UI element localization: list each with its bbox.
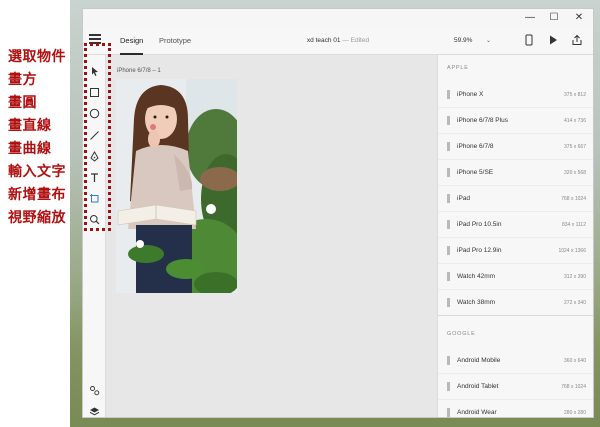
google-heading: GOOGLE	[447, 331, 476, 337]
title-bar: — ☐ ✕	[83, 9, 593, 26]
chevron-down-icon[interactable]: ⌄	[486, 37, 491, 44]
device-name: Watch 42mm	[457, 273, 496, 280]
device-name: iPad	[457, 195, 471, 202]
close-button[interactable]: ✕	[568, 9, 590, 26]
document-separator: —	[342, 37, 349, 44]
document-name: xd teach 01	[306, 37, 341, 44]
minimize-button[interactable]: —	[519, 9, 541, 26]
device-name: Watch 38mm	[457, 299, 496, 306]
device-size: 272 x 340	[564, 300, 586, 306]
artboard-photo	[116, 79, 237, 293]
device-preset-row[interactable]: iPad 768 x 1024	[438, 186, 593, 212]
artboard-label[interactable]: iPhone 6/7/8 – 1	[117, 68, 161, 74]
device-preset-row[interactable]: iPad Pro 10.5in 834 x 1112	[438, 212, 593, 238]
symbols-icon[interactable]	[88, 384, 101, 397]
document-status: Edited	[350, 37, 370, 44]
device-size: 768 x 1024	[561, 384, 586, 390]
device-icon	[447, 246, 450, 255]
device-preset-row[interactable]: iPhone X 375 x 812	[438, 82, 593, 108]
device-preset-row[interactable]: Android Mobile 360 x 640	[438, 348, 593, 374]
device-icon	[447, 298, 450, 307]
apple-heading: APPLE	[447, 65, 469, 71]
annotation-zoom: 視野縮放	[8, 210, 66, 226]
device-name: iPad Pro 10.5in	[457, 221, 502, 228]
artboard-iphone[interactable]	[116, 79, 237, 293]
annotation-text: 輸入文字	[8, 164, 66, 180]
device-name: Android Wear	[457, 409, 497, 416]
device-icon	[447, 116, 450, 125]
play-icon[interactable]	[547, 34, 559, 46]
annotation-artboard: 新增畫布	[8, 187, 66, 203]
group-divider	[438, 315, 593, 316]
device-icon	[447, 220, 450, 229]
annotation-select: 選取物件	[8, 49, 66, 65]
device-name: iPhone 6/7/8 Plus	[457, 117, 508, 124]
device-name: Android Mobile	[457, 357, 501, 364]
device-preset-row[interactable]: Watch 42mm 312 x 390	[438, 264, 593, 290]
device-size: 312 x 390	[564, 274, 586, 280]
toolbar-highlight-box	[84, 43, 111, 231]
device-name: iPhone 6/7/8	[457, 143, 494, 150]
zoom-level[interactable]: 59.9%	[454, 26, 472, 55]
device-size: 280 x 280	[564, 410, 586, 416]
device-icon	[447, 194, 450, 203]
app-header: Design Prototype xd teach 01 — Edited 59…	[83, 26, 593, 55]
device-size: 360 x 640	[564, 358, 586, 364]
tool-annotations: 選取物件 畫方 畫圓 畫直線 畫曲線 輸入文字 新增畫布 視野縮放	[8, 46, 74, 230]
device-icon	[447, 168, 450, 177]
device-preset-row[interactable]: iPhone 6/7/8 Plus 414 x 736	[438, 108, 593, 134]
share-icon[interactable]	[571, 34, 583, 46]
device-preset-row[interactable]: Android Tablet 768 x 1024	[438, 374, 593, 400]
device-size: 375 x 667	[564, 144, 586, 150]
annotation-ellipse: 畫圓	[8, 95, 37, 111]
maximize-button[interactable]: ☐	[543, 9, 565, 26]
device-size: 320 x 568	[564, 170, 586, 176]
device-preview-icon[interactable]	[523, 34, 535, 46]
artboard-presets-panel: APPLE iPhone X 375 x 812 iPhone 6/7/8 Plus…	[437, 55, 593, 417]
layers-icon[interactable]	[88, 405, 101, 418]
annotation-pen: 畫曲線	[8, 141, 52, 157]
device-name: Android Tablet	[457, 383, 499, 390]
device-icon	[447, 408, 450, 417]
device-preset-row[interactable]: Watch 38mm 272 x 340	[438, 290, 593, 316]
device-preset-row[interactable]: iPhone 6/7/8 375 x 667	[438, 134, 593, 160]
device-size: 375 x 812	[564, 92, 586, 98]
device-size: 1024 x 1366	[558, 248, 586, 254]
device-icon	[447, 272, 450, 281]
device-icon	[447, 356, 450, 365]
device-name: iPhone X	[457, 91, 484, 98]
device-size: 834 x 1112	[561, 222, 586, 228]
device-icon	[447, 90, 450, 99]
device-icon	[447, 142, 450, 151]
xd-app-window: — ☐ ✕ Design Prototype xd teach 01 — Edi…	[83, 9, 593, 417]
device-name: iPad Pro 12.9in	[457, 247, 502, 254]
document-title: xd teach 01 — Edited	[83, 26, 593, 55]
device-size: 414 x 736	[564, 118, 586, 124]
device-icon	[447, 382, 450, 391]
device-name: iPhone 5/SE	[457, 169, 494, 176]
device-preset-row[interactable]: Android Wear 280 x 280	[438, 400, 593, 417]
annotation-rectangle: 畫方	[8, 72, 37, 88]
device-preset-row[interactable]: iPhone 5/SE 320 x 568	[438, 160, 593, 186]
annotation-line: 畫直線	[8, 118, 52, 134]
device-preset-row[interactable]: iPad Pro 12.9in 1024 x 1366	[438, 238, 593, 264]
device-size: 768 x 1024	[561, 196, 586, 202]
